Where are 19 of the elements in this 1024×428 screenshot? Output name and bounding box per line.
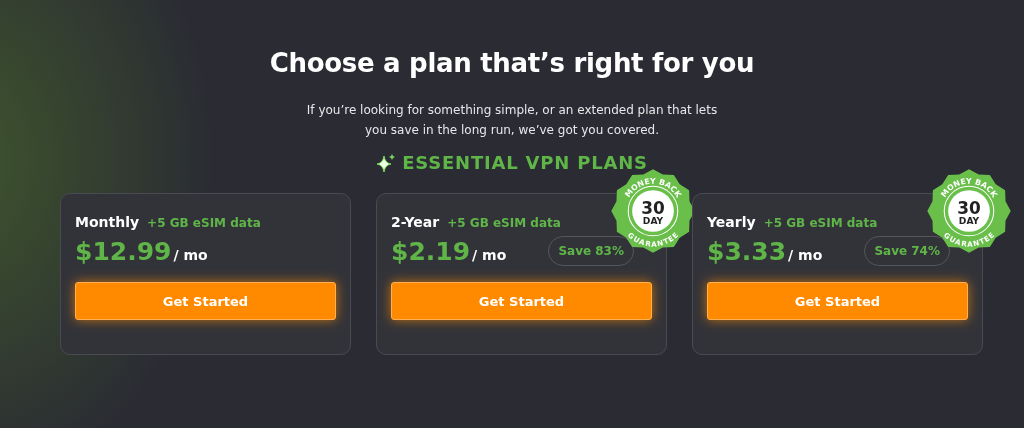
plan-price: $2.19 [391,236,471,266]
plan-extra: +5 GB eSIM data [147,216,261,230]
plan-name: 2-Year [391,214,440,230]
plan-name: Yearly [707,214,756,230]
plan-name: Monthly [75,214,140,230]
plan-price: $12.99 [75,236,172,266]
price-unit: / mo [472,246,507,263]
plan-extra: +5 GB eSIM data [763,216,878,230]
page-subtitle: If you’re looking for something simple, or an extended plan that lets you save in the long run, we’ve got you covered. [305,102,719,139]
get-started-button[interactable]: Get Started [707,282,968,320]
page-title: Choose a plan that’s right for you [269,48,755,78]
section-heading: ESSENTIAL VPN PLANS [402,152,648,173]
get-started-button[interactable]: Get Started [391,282,652,320]
price-unit: / mo [173,246,208,263]
price-unit: / mo [788,246,823,263]
plan-price: $3.33 [707,236,787,266]
plan-extra: +5 GB eSIM data [447,216,561,230]
get-started-button[interactable]: Get Started [75,282,336,320]
sparkle-icon [376,152,397,173]
